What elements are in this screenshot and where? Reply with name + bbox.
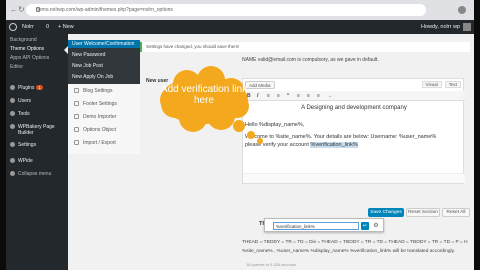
section-import-export[interactable]: Import / Export [74,140,116,146]
tools-icon [10,111,15,116]
section-blog-settings[interactable]: Blog Settings [74,88,112,94]
site-name-link[interactable]: Nolrr [22,24,34,30]
callout-tail [233,120,263,144]
italic-icon[interactable]: I [257,93,258,99]
footer-icon [74,101,79,106]
align-center-icon[interactable]: ≡ [307,93,310,99]
save-changes-button[interactable]: Save Changes [368,208,404,217]
editor-body[interactable]: A Designing and development company Hell… [243,103,465,148]
link-options-gear-icon[interactable]: ⚙ [372,222,380,230]
flyout-item-new-apply[interactable]: New Apply On Job [72,74,113,80]
editor-mode-tabs: Visual Text [419,81,461,88]
reset-section-button[interactable]: Reset Section [406,208,440,217]
align-right-icon[interactable]: ≡ [317,93,320,99]
tab-text[interactable]: Text [444,81,461,88]
wpbakery-icon [10,124,15,129]
welcome-line: Welcome to %site_name%. Your details are… [245,134,437,140]
sidebar-item-theme-options[interactable]: Theme Options [6,46,68,52]
sidebar-item-wpide[interactable]: WPide [6,158,68,164]
editor-toolbar: B I ≡ ≡ “ ≡ ≡ ≡ → [243,91,465,101]
flyout-item-new-job-post[interactable]: New Job Post [72,63,103,69]
sidebar-item-wpbakery[interactable]: WPBakery Page Builder [6,124,68,136]
section-footer-settings[interactable]: Footer Settings [74,101,117,107]
url-text: demo.nolrwp.com/wp-admin/themes.php?page… [36,7,173,13]
right-letterbox [474,0,480,270]
company-heading: A Designing and development company [301,105,407,111]
callout-text: Add verification link here [160,84,248,106]
sidebar-item-users[interactable]: Users [6,98,68,104]
reset-all-button[interactable]: Reset All [442,208,470,217]
tab-visual[interactable]: Visual [421,81,442,88]
flyout-item-new-password[interactable]: New Password [72,52,105,58]
section-options-object[interactable]: Options Object [74,127,116,133]
settings-changed-notice: Settings have changed, you should save t… [140,42,470,52]
flyout-item-user-welcome[interactable]: User Welcome/Confirmation [68,40,140,48]
footer-queries: 18 queries in 0.326 seconds [246,262,297,267]
back-icon[interactable]: ← [10,6,18,14]
browser-chrome: ← ↻ demo.nolrwp.com/wp-admin/themes.php?… [6,0,474,20]
update-badge: 1 [36,85,43,90]
address-bar[interactable]: demo.nolrwp.com/wp-admin/themes.php?page… [26,4,426,16]
link-icon[interactable]: → [327,93,332,99]
object-icon [74,127,79,132]
wp-admin-bar: Nolrr 0 + New Howdy, nolrr wp [6,20,474,34]
profile-icon[interactable] [458,6,466,14]
align-left-icon[interactable]: ≡ [297,93,300,99]
sidebar-item-plugins[interactable]: Plugins 1 [6,85,68,91]
sidebar-item-apps-api[interactable]: Apps API Options [6,55,68,61]
sidebar-item-background[interactable]: Background [6,37,68,43]
inline-link-dialog: ↵ ⚙ [264,218,384,232]
sidebar-item-tools[interactable]: Tools [6,111,68,117]
collapse-menu-button[interactable]: Collapse menu [6,171,68,177]
users-icon [10,98,15,103]
verification-link-highlight[interactable]: %verification_link% [310,142,358,148]
avatar[interactable] [463,23,471,31]
blog-icon [74,88,79,93]
browser-window: ← ↻ demo.nolrwp.com/wp-admin/themes.php?… [6,0,474,270]
options-section-list: Blog Settings Footer Settings Demo Impor… [68,84,140,154]
link-url-input[interactable] [273,222,359,230]
bullet-list-icon[interactable]: ≡ [267,93,270,99]
admin-sidebar: Background Theme Options Apps API Option… [6,34,68,270]
sidebar-item-settings[interactable]: Settings [6,142,68,148]
numbered-list-icon[interactable]: ≡ [277,93,280,99]
reload-icon[interactable]: ↻ [18,6,26,14]
wpide-icon [10,158,15,163]
howdy-user[interactable]: Howdy, nolrr wp [421,24,460,30]
comments-count[interactable]: 0 [46,24,49,30]
editor-statusbar [243,173,465,183]
collapse-icon [10,171,15,176]
plugins-icon [10,85,15,90]
allowed-tags-text: THEAD = TBODY = TR = TD = Div = THEAD = … [242,240,468,245]
section-demo-importer[interactable]: Demo Importer [74,114,116,120]
importer-icon [74,114,79,119]
wordpress-icon[interactable] [9,23,17,31]
settings-icon [10,142,15,147]
email-template-flyout: User Welcome/Confirmation New Password N… [68,40,140,84]
placeholder-help-text: %site_name% , %user_name% %display_name%… [242,249,455,254]
blockquote-icon[interactable]: “ [287,93,290,99]
new-content-link[interactable]: + New [58,24,74,30]
sidebar-item-editor[interactable]: Editor [6,64,68,70]
import-export-icon [74,140,79,145]
email-editor[interactable]: Add Media Visual Text B I ≡ ≡ “ ≡ ≡ ≡ → A… [242,78,465,184]
apply-link-icon[interactable]: ↵ [361,222,369,230]
